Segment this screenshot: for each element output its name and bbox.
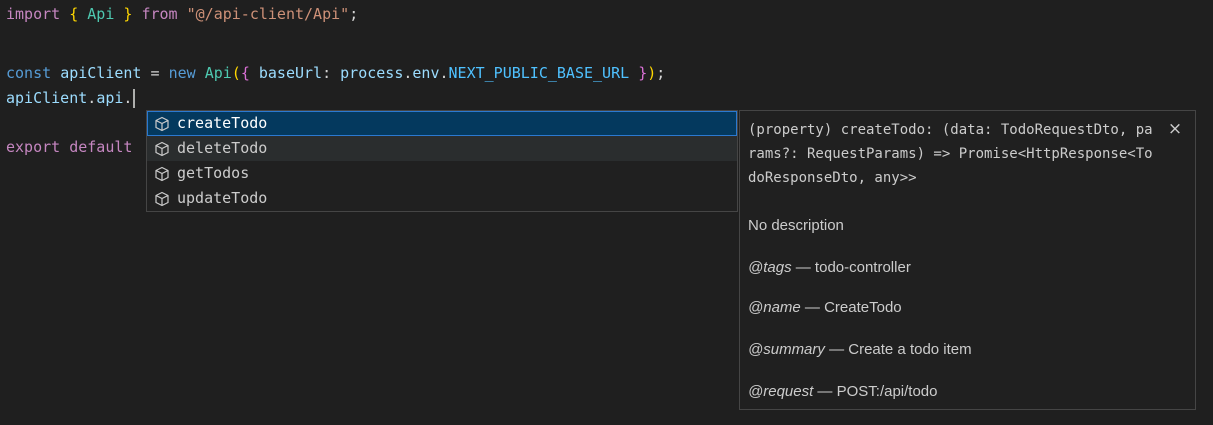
variable-name: apiClient (60, 64, 142, 82)
colon: : (322, 64, 332, 82)
property-cube-icon (155, 116, 169, 132)
close-icon[interactable]: × (1165, 119, 1185, 139)
suggest-item-label: deleteTodo (177, 139, 268, 157)
code-line-1: import { Api } from "@/api-client/Api"; (6, 2, 358, 27)
const-keyword: const (6, 64, 52, 82)
suggest-item-label: updateTodo (177, 189, 268, 207)
brace-open: { (240, 64, 250, 82)
env-prop: env (412, 64, 440, 82)
code-line-4: apiClient.api. (6, 86, 136, 111)
suggest-item-label: createTodo (177, 114, 268, 132)
tag-value: — todo-controller (791, 259, 911, 276)
equals: = (150, 64, 160, 82)
doc-tag-tags: @tags — todo-controller (748, 257, 1188, 279)
tag-label: @summary (748, 341, 825, 358)
class-name: Api (204, 64, 232, 82)
semicolon: ; (349, 5, 359, 23)
brace-close: } (123, 5, 133, 23)
doc-tag-request: @request — POST:/api/todo (748, 381, 1188, 403)
suggest-item-deleteTodo[interactable]: deleteTodo (147, 136, 737, 161)
doc-tag-name: @name — CreateTodo (748, 297, 1188, 319)
doc-tag-summary: @summary — Create a todo item (748, 339, 1188, 361)
paren-close: ) (647, 64, 657, 82)
export-keyword: export (6, 138, 61, 156)
process-object: process (340, 64, 404, 82)
code-line-6: export default (6, 135, 132, 160)
dot: . (87, 89, 97, 107)
dot: . (439, 64, 449, 82)
tag-label: @name (748, 299, 801, 316)
dot: . (123, 89, 133, 107)
paren-open: ( (231, 64, 241, 82)
tag-label: @request (748, 383, 814, 400)
semicolon: ; (656, 64, 666, 82)
prop-name: baseUrl (258, 64, 323, 82)
tag-value: — CreateTodo (800, 299, 902, 316)
text-cursor (133, 89, 136, 108)
tag-label: @tags (748, 259, 792, 276)
suggest-item-getTodos[interactable]: getTodos (147, 161, 737, 186)
property-cube-icon (155, 141, 169, 157)
brace-open: { (69, 5, 79, 23)
import-path: "@/api-client/Api" (186, 5, 350, 23)
signature-text: (property) createTodo: (data: TodoReques… (748, 122, 1153, 186)
new-keyword: new (168, 64, 196, 82)
env-constant: NEXT_PUBLIC_BASE_URL (448, 64, 630, 82)
suggest-item-label: getTodos (177, 164, 250, 182)
import-keyword: import (6, 5, 61, 23)
default-keyword: default (69, 138, 133, 156)
tag-value: — Create a todo item (824, 341, 972, 358)
tag-value: — POST:/api/todo (813, 383, 938, 400)
brace-close: } (638, 64, 648, 82)
variable-name: apiClient (6, 89, 88, 107)
code-line-3: const apiClient = new Api({ baseUrl: pro… (6, 61, 665, 86)
suggest-item-createTodo[interactable]: createTodo (147, 111, 737, 136)
property-cube-icon (155, 166, 169, 182)
api-prop: api (96, 89, 124, 107)
property-cube-icon (155, 191, 169, 207)
description-text: No description (748, 217, 844, 234)
suggest-item-updateTodo[interactable]: updateTodo (147, 186, 737, 211)
suggest-widget: createTodo deleteTodo getTodos updateTod… (146, 110, 738, 212)
from-keyword: from (141, 5, 178, 23)
suggest-details-panel: (property) createTodo: (data: TodoReques… (739, 110, 1196, 410)
import-name: Api (87, 5, 115, 23)
